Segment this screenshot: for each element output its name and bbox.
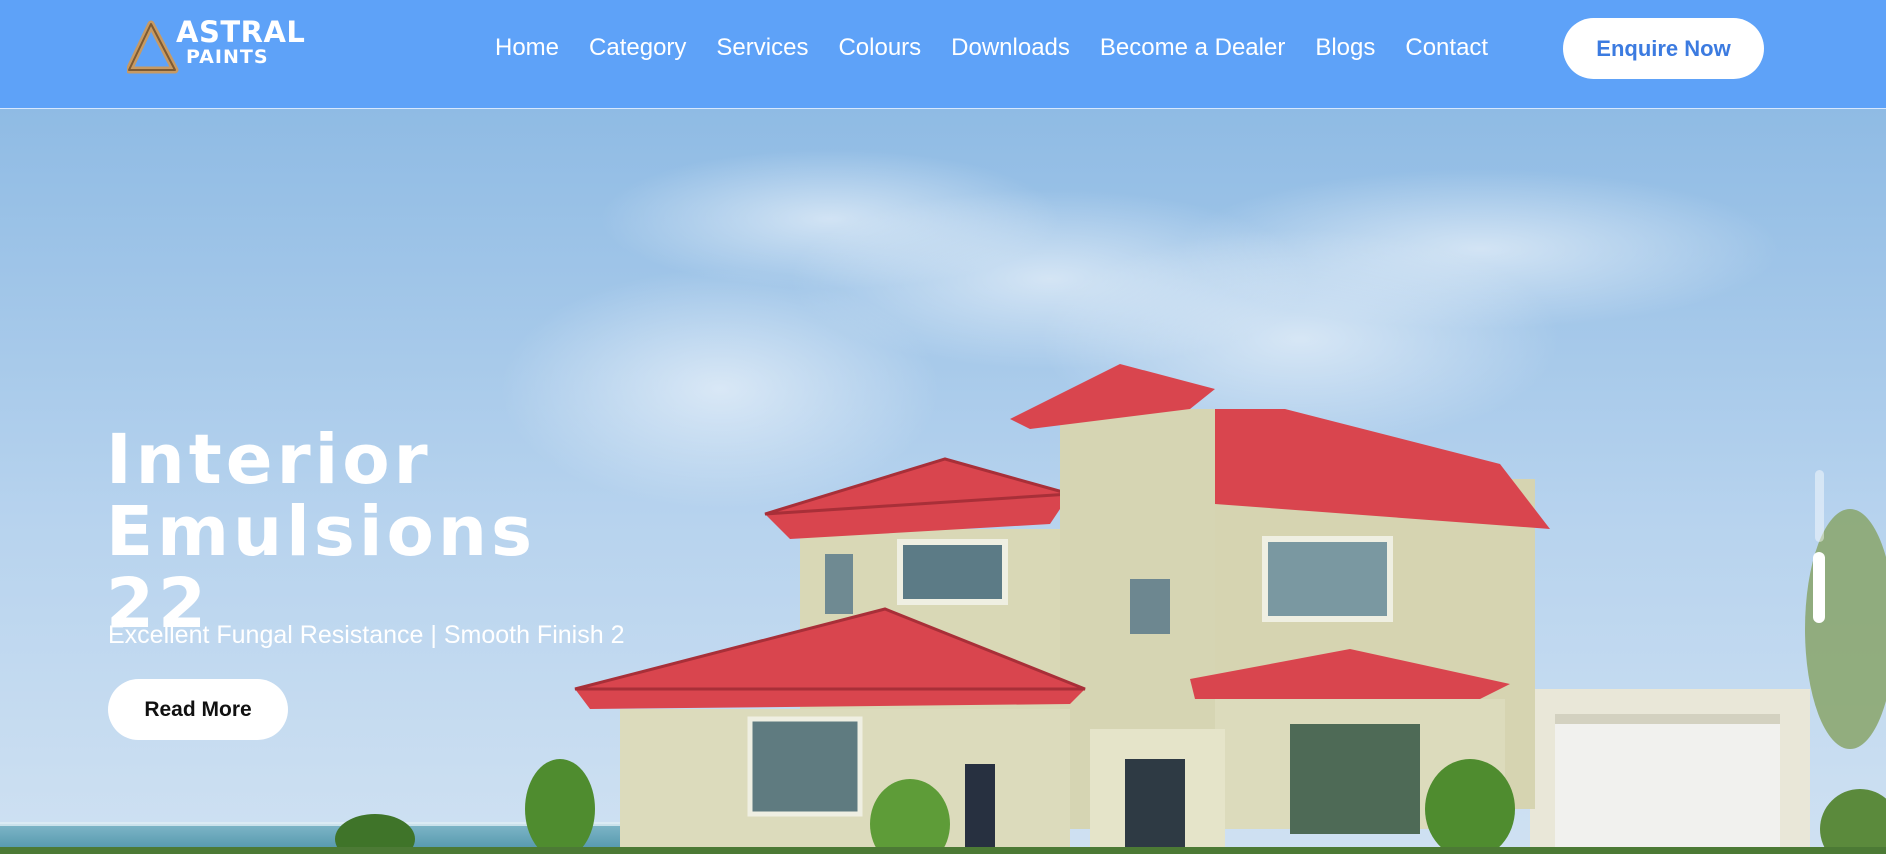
nav-item-become-a-dealer[interactable]: Become a Dealer — [1100, 32, 1285, 64]
hero-title: Interior Emulsions 22 — [106, 424, 536, 640]
enquire-now-button[interactable]: Enquire Now — [1563, 18, 1764, 79]
brand-wordmark: ASTRAL PAINTS — [176, 18, 305, 67]
nav-item-contact[interactable]: Contact — [1405, 32, 1488, 64]
nav-item-colours[interactable]: Colours — [838, 32, 921, 64]
brand-name-line1: ASTRAL — [176, 15, 306, 49]
nav-item-home[interactable]: Home — [495, 32, 559, 64]
slider-pager-dot-1[interactable] — [1815, 470, 1824, 542]
brand-logo[interactable]: ASTRAL PAINTS — [127, 18, 305, 74]
nav-item-downloads[interactable]: Downloads — [951, 32, 1070, 64]
site-header: ASTRAL PAINTS Home Category Services Col… — [0, 0, 1886, 109]
main-nav: Home Category Services Colours Downloads… — [495, 32, 1488, 64]
nav-item-blogs[interactable]: Blogs — [1315, 32, 1375, 64]
hero-title-line1: Interior — [106, 420, 432, 501]
nav-item-category[interactable]: Category — [589, 32, 686, 64]
hero-title-line2: Emulsions — [106, 492, 537, 573]
hero-subtitle: Excellent Fungal Resistance | Smooth Fin… — [108, 621, 625, 649]
brand-name-line2: PAINTS — [186, 46, 269, 68]
hero-slider: Interior Emulsions 22 Excellent Fungal R… — [0, 109, 1886, 854]
nav-item-services[interactable]: Services — [716, 32, 808, 64]
astral-triangle-logo-icon — [127, 20, 179, 74]
slider-pager-dot-2-active[interactable] — [1813, 552, 1825, 623]
read-more-button[interactable]: Read More — [108, 679, 288, 740]
